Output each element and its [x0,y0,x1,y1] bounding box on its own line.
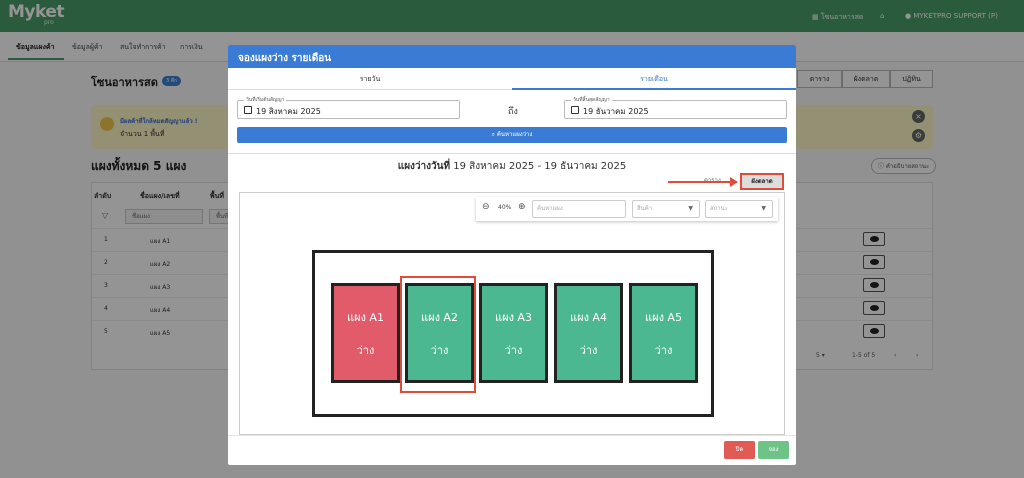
start-date-label: วันที่เริ่มต้นสัญญา [244,96,287,104]
tab-monthly[interactable]: รายเดือน [512,68,796,90]
stall-name: แผง A3 [495,311,532,324]
zoom-out-icon[interactable]: ⊖ [482,202,490,212]
status-select[interactable]: สถานะ ▼ [705,200,773,218]
available-range-title: แผงว่างวันที่ 19 สิงหาคม 2025 - 19 ธันวา… [228,159,796,174]
end-date-value: 19 ธันวาคม 2025 [583,107,649,116]
date-range-separator: ถึง [508,107,518,117]
modal-view-table-button[interactable]: ตาราง [704,175,721,185]
book-button[interactable]: จอง [758,441,789,459]
annotation-arrow [668,181,732,183]
modal-view-map-button[interactable]: ผังตลาด [740,173,784,190]
map-toolbar: ⊖ 40% ⊕ ค้นหาแผง สินค้า ▼ สถานะ ▼ [476,197,778,221]
range-title-dates: 19 สิงหาคม 2025 - 19 ธันวาคม 2025 [453,161,627,172]
stall-a3[interactable]: แผง A3 ว่าง [479,283,548,383]
start-date-field[interactable]: วันที่เริ่มต้นสัญญา 19 สิงหาคม 2025 [237,96,460,119]
range-title-prefix: แผงว่างวันที่ [397,161,451,172]
stall-a4[interactable]: แผง A4 ว่าง [554,283,623,383]
stall-a1[interactable]: แผง A1 ว่าง [331,283,400,383]
product-select-placeholder: สินค้า [637,205,653,212]
tab-daily[interactable]: รายวัน [228,68,512,90]
calendar-icon [571,106,579,114]
stall-a5[interactable]: แผง A5 ว่าง [629,283,698,383]
stall-name: แผง A4 [570,311,607,324]
booking-modal: จองแผงว่าง รายเดือน รายวัน รายเดือน วันท… [228,45,796,465]
chevron-down-icon: ▼ [688,205,693,212]
stall-name: แผง A1 [347,311,384,324]
end-date-field[interactable]: วันที่สิ้นสุดสัญญา 19 ธันวาคม 2025 [564,96,787,119]
stall-status: ว่าง [504,344,523,357]
modal-title: จองแผงว่าง รายเดือน [238,53,332,64]
annotation-arrow-head [730,177,738,187]
zoom-in-icon[interactable]: ⊕ [518,202,526,212]
zoom-level: 40% [498,204,512,211]
stall-name: แผง A5 [645,311,682,324]
stall-status: ว่าง [356,344,375,357]
chevron-down-icon: ▼ [761,205,766,212]
modal-footer-divider [228,435,796,436]
start-date-value: 19 สิงหาคม 2025 [256,107,321,116]
end-date-label: วันที่สิ้นสุดสัญญา [571,96,612,104]
product-select[interactable]: สินค้า ▼ [632,200,700,218]
search-available-button[interactable]: ⌕ ค้นหาแผงว่าง [237,127,787,143]
divider [228,153,796,154]
status-select-placeholder: สถานะ [710,205,728,212]
search-available-label: ค้นหาแผงว่าง [496,131,533,138]
close-button[interactable]: ปิด [724,441,755,459]
stall-search-input[interactable]: ค้นหาแผง [532,200,626,218]
stall-status: ว่าง [579,344,598,357]
selected-stall-highlight [400,276,476,393]
stall-status: ว่าง [654,344,673,357]
calendar-icon [244,106,252,114]
